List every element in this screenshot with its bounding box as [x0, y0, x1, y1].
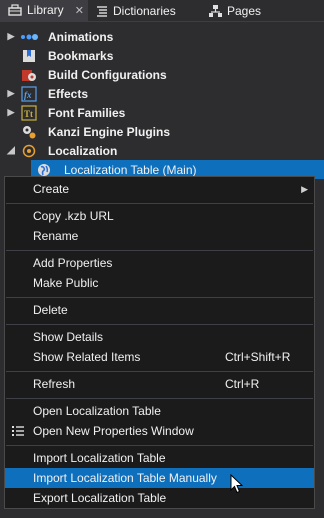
dictionary-icon [97, 6, 107, 17]
menu-item-import-localization-table[interactable]: Import Localization Table [5, 448, 314, 468]
tab-library-label: Library [27, 3, 64, 17]
tab-library[interactable]: Library ✕ [0, 0, 88, 22]
animations-icon [20, 29, 38, 45]
plugins-icon [20, 124, 38, 140]
menu-separator [6, 398, 313, 399]
svg-text:Tt: Tt [24, 109, 33, 119]
menu-item-import-localization-table-manually[interactable]: Import Localization Table Manually [5, 468, 314, 488]
tree-item-bookmarks[interactable]: Bookmarks [0, 46, 324, 65]
menu-item-label: Open Localization Table [33, 404, 161, 418]
menu-item-label: Create [33, 182, 70, 196]
menu-separator [6, 250, 313, 251]
tree-item-label: Bookmarks [48, 48, 114, 63]
menu-item-create[interactable]: Create ▶ [5, 179, 314, 199]
library-icon [8, 4, 22, 16]
tab-divider [0, 21, 324, 22]
menu-item-label: Copy .kzb URL [33, 209, 114, 223]
menu-item-label: Import Localization Table [33, 451, 166, 465]
collapse-arrow-icon[interactable]: ◢ [6, 145, 16, 156]
menu-item-label: Add Properties [33, 256, 113, 270]
menu-item-show-related-items[interactable]: Show Related Items Ctrl+Shift+R [5, 347, 314, 367]
effects-icon: fx [20, 85, 38, 102]
tree-item-label: Kanzi Engine Plugins [48, 124, 171, 139]
menu-item-label: Rename [33, 229, 79, 243]
menu-item-add-properties[interactable]: Add Properties [5, 253, 314, 273]
expand-arrow-icon[interactable]: ▶ [6, 107, 16, 118]
menu-item-label: Refresh [33, 377, 76, 391]
menu-item-export-localization-table[interactable]: Export Localization Table [5, 488, 314, 508]
tree-item-build-configurations[interactable]: Build Configurations [0, 65, 324, 84]
tab-dictionaries-label: Dictionaries [113, 4, 176, 18]
tree-item-label: Effects [48, 86, 89, 101]
tree-item-label: Build Configurations [48, 67, 167, 82]
menu-separator [6, 203, 313, 204]
submenu-arrow-icon: ▶ [301, 183, 308, 194]
menu-separator [6, 371, 313, 372]
menu-separator [6, 297, 313, 298]
expand-arrow-icon[interactable]: ▶ [6, 31, 16, 42]
bookmarks-icon [20, 48, 38, 64]
tree-item-animations[interactable]: ▶ Animations [0, 27, 324, 46]
tab-dictionaries[interactable]: Dictionaries [96, 0, 200, 22]
menu-item-label: Show Details [33, 330, 104, 344]
tab-pages-label: Pages [227, 4, 262, 18]
build-config-icon [20, 67, 38, 83]
tab-bar: Library ✕ Dictionaries Pages [0, 0, 324, 22]
menu-item-label: Open New Properties Window [33, 424, 194, 438]
tree-item-label: Font Families [48, 105, 126, 120]
tree-item-label: Localization [48, 143, 118, 158]
pages-icon [209, 5, 222, 17]
tree-item-effects[interactable]: ▶ fx Effects [0, 84, 324, 103]
menu-item-open-localization-table[interactable]: Open Localization Table [5, 401, 314, 421]
menu-item-rename[interactable]: Rename [5, 226, 314, 246]
svg-text:fx: fx [24, 90, 32, 100]
menu-item-show-details[interactable]: Show Details [5, 327, 314, 347]
menu-separator [6, 324, 313, 325]
menu-item-label: Make Public [33, 276, 99, 290]
context-menu: Create ▶ Copy .kzb URL Rename Add Proper… [4, 176, 315, 509]
menu-item-label: Delete [33, 303, 68, 317]
menu-item-label: Import Localization Table Manually [33, 471, 217, 485]
menu-separator [6, 445, 313, 446]
tree-item-localization[interactable]: ◢ Localization [0, 141, 324, 160]
tree-item-kanzi-engine-plugins[interactable]: Kanzi Engine Plugins [0, 122, 324, 141]
menu-item-shortcut: Ctrl+R [225, 377, 260, 391]
close-icon[interactable]: ✕ [75, 4, 84, 17]
mouse-cursor-icon [230, 474, 244, 494]
menu-item-copy-kzb-url[interactable]: Copy .kzb URL [5, 206, 314, 226]
menu-item-label: Show Related Items [33, 350, 141, 364]
properties-list-icon [12, 426, 24, 436]
font-icon: Tt [20, 104, 38, 121]
menu-item-shortcut: Ctrl+Shift+R [225, 350, 291, 364]
menu-item-refresh[interactable]: Refresh Ctrl+R [5, 374, 314, 394]
tab-pages[interactable]: Pages [209, 0, 289, 22]
menu-item-make-public[interactable]: Make Public [5, 273, 314, 293]
tree-item-label: Animations [48, 29, 114, 44]
localization-icon [20, 143, 38, 159]
tree-item-label: Localization Table (Main) [64, 162, 197, 177]
menu-item-open-new-properties-window[interactable]: Open New Properties Window [5, 421, 314, 441]
menu-item-label: Export Localization Table [33, 491, 167, 505]
expand-arrow-icon[interactable]: ▶ [6, 88, 16, 99]
tree-item-font-families[interactable]: ▶ Tt Font Families [0, 103, 324, 122]
menu-item-delete[interactable]: Delete [5, 300, 314, 320]
